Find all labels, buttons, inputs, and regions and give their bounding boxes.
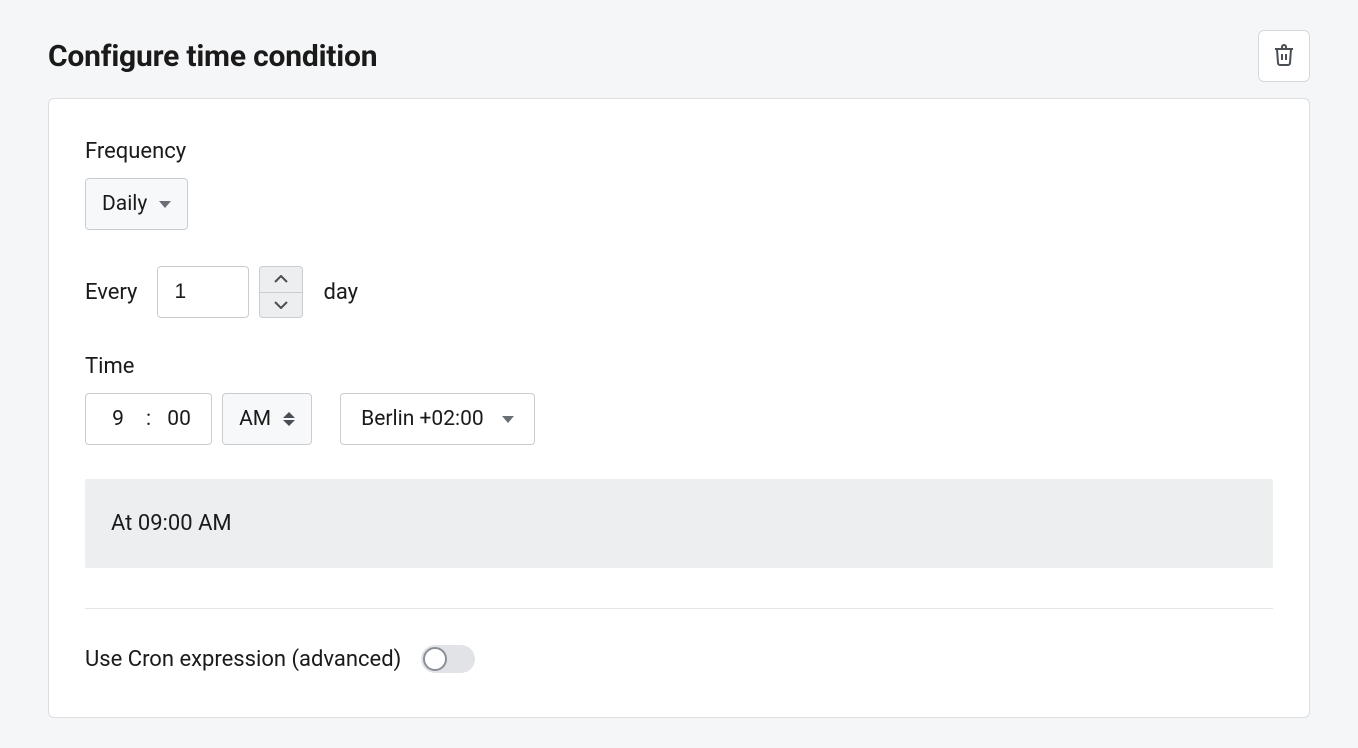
interval-unit: day xyxy=(323,280,358,305)
chevron-down-icon xyxy=(274,301,288,309)
trash-icon xyxy=(1272,43,1296,70)
time-input-group: : xyxy=(85,393,212,445)
schedule-summary: At 09:00 AM xyxy=(85,479,1273,568)
timezone-value: Berlin +02:00 xyxy=(361,407,484,431)
timezone-select[interactable]: Berlin +02:00 xyxy=(340,393,535,445)
chevron-down-icon xyxy=(159,201,171,208)
divider xyxy=(85,608,1273,609)
ampm-value: AM xyxy=(239,407,271,431)
time-hour-input[interactable] xyxy=(104,407,132,431)
chevron-down-icon xyxy=(502,416,514,423)
toggle-knob xyxy=(423,647,447,671)
time-minute-input[interactable] xyxy=(165,407,193,431)
cron-toggle-label: Use Cron expression (advanced) xyxy=(85,647,401,672)
interval-increase-button[interactable] xyxy=(259,266,303,292)
frequency-value: Daily xyxy=(102,192,147,216)
interval-stepper xyxy=(259,266,303,318)
page-title: Configure time condition xyxy=(48,39,377,74)
interval-prefix: Every xyxy=(85,280,137,305)
sort-arrows-icon xyxy=(283,412,295,426)
interval-input[interactable] xyxy=(157,266,249,318)
cron-toggle[interactable] xyxy=(421,645,475,673)
ampm-select[interactable]: AM xyxy=(222,393,312,445)
config-panel: Frequency Daily Every day xyxy=(48,98,1310,718)
time-colon: : xyxy=(146,407,151,431)
schedule-summary-text: At 09:00 AM xyxy=(111,511,232,536)
time-label: Time xyxy=(85,354,1273,379)
chevron-up-icon xyxy=(274,275,288,283)
frequency-label: Frequency xyxy=(85,139,1273,164)
delete-button[interactable] xyxy=(1258,30,1310,82)
interval-decrease-button[interactable] xyxy=(259,292,303,319)
frequency-select[interactable]: Daily xyxy=(85,178,188,230)
